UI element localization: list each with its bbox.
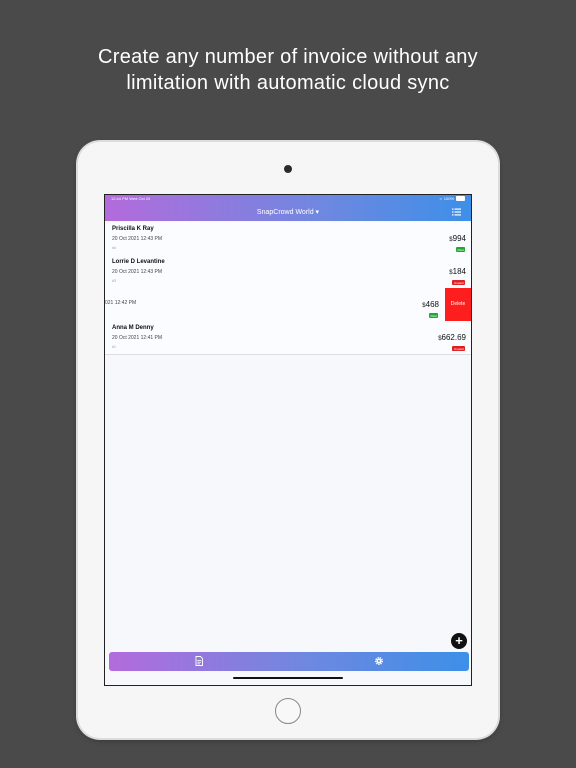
promo-headline: Create any number of invoice without any… <box>0 44 576 96</box>
status-badge: Unpaid <box>452 280 465 285</box>
invoice-amount: $994 <box>449 234 466 243</box>
invoice-number: #3 <box>112 279 116 283</box>
app-screen: 12:44 PM Wed Oct 20 ≈ 100% SnapCrowd Wor… <box>104 194 472 686</box>
status-badge: Paid <box>428 313 438 318</box>
invoice-amount: $468 <box>422 300 439 309</box>
company-switcher[interactable]: SnapCrowd World ▾ <box>105 208 471 216</box>
invoice-date: 20 Oct 2021 12:43 PM <box>112 236 163 242</box>
bottom-tab-bar <box>109 652 469 671</box>
top-navigation-bar: 12:44 PM Wed Oct 20 ≈ 100% SnapCrowd Wor… <box>105 195 471 221</box>
gear-icon[interactable] <box>373 655 385 667</box>
plus-circle-icon: + <box>455 633 463 648</box>
camera-dot <box>284 165 292 173</box>
headline-line-1: Create any number of invoice without any <box>98 46 478 68</box>
customer-name: Anna M Denny <box>112 325 154 331</box>
invoice-number: #1 <box>112 345 116 349</box>
status-badge: Unpaid <box>452 346 465 351</box>
list-icon[interactable] <box>452 208 461 216</box>
home-button[interactable] <box>275 698 301 724</box>
invoice-row[interactable]: Priscilla K Ray 20 Oct 2021 12:43 PM #4 … <box>105 222 471 256</box>
customer-name: Lorrie D Levantine <box>112 259 165 265</box>
invoice-date: 021 12:42 PM <box>105 300 137 306</box>
invoice-amount: $184 <box>449 267 466 276</box>
home-indicator <box>233 677 343 679</box>
battery-percent: 100% <box>443 196 454 201</box>
battery-icon <box>456 196 465 201</box>
invoice-number: #4 <box>112 246 116 250</box>
document-icon[interactable] <box>193 655 205 667</box>
status-time: 12:44 PM Wed Oct 20 <box>111 196 151 201</box>
wifi-icon: ≈ <box>439 196 442 201</box>
status-indicators: ≈ 100% <box>440 196 465 201</box>
delete-button[interactable]: Delete <box>445 288 471 321</box>
add-invoice-button[interactable]: + <box>451 633 467 649</box>
invoice-date: 20 Oct 2021 12:41 PM <box>112 335 163 341</box>
invoice-amount: $662.69 <box>438 333 466 342</box>
headline-line-2: limitation with automatic cloud sync <box>126 72 450 94</box>
invoice-row[interactable]: Anna M Denny 20 Oct 2021 12:41 PM #1 $66… <box>105 321 471 355</box>
invoice-date: 20 Oct 2021 12:43 PM <box>112 269 163 275</box>
customer-name: Priscilla K Ray <box>112 226 154 232</box>
status-badge: Paid <box>455 247 465 252</box>
tablet-frame: 12:44 PM Wed Oct 20 ≈ 100% SnapCrowd Wor… <box>78 142 498 738</box>
invoice-row[interactable]: Lorrie D Levantine 20 Oct 2021 12:43 PM … <box>105 255 471 289</box>
invoice-row-swiped[interactable]: 021 12:42 PM $468 Paid Delete <box>105 288 471 322</box>
